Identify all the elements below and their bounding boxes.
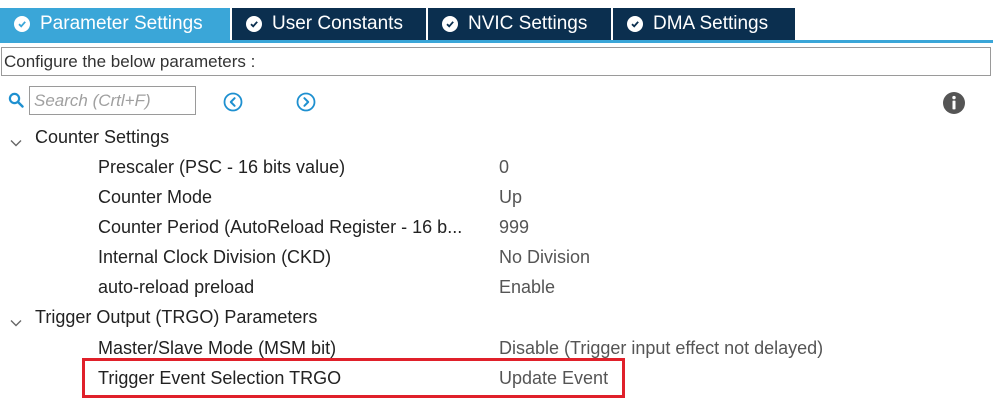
search-icon[interactable] xyxy=(8,92,24,113)
param-label: Master/Slave Mode (MSM bit) xyxy=(98,338,337,358)
tab-label: DMA Settings xyxy=(653,13,769,34)
param-row-trigger-event[interactable]: Trigger Event Selection TRGO Update Even… xyxy=(0,363,993,393)
info-icon[interactable] xyxy=(942,91,966,115)
tab-dma-settings[interactable]: DMA Settings xyxy=(613,8,795,40)
param-label: Trigger Event Selection TRGO xyxy=(98,368,342,388)
param-value[interactable]: No Division xyxy=(499,242,590,272)
param-row-auto-reload[interactable]: auto-reload preload Enable xyxy=(0,272,993,302)
tab-label: User Constants xyxy=(272,13,403,34)
check-circle-icon xyxy=(627,16,643,32)
param-row-counter-period[interactable]: Counter Period (AutoReload Register - 16… xyxy=(0,212,993,242)
param-value[interactable]: 0 xyxy=(499,152,509,182)
group-label: Trigger Output (TRGO) Parameters xyxy=(35,307,318,327)
group-label: Counter Settings xyxy=(35,127,170,147)
param-row-clock-division[interactable]: Internal Clock Division (CKD) No Divisio… xyxy=(0,242,993,272)
param-label: Prescaler (PSC - 16 bits value) xyxy=(98,157,346,177)
param-value[interactable]: Up xyxy=(499,182,522,212)
param-row-prescaler[interactable]: Prescaler (PSC - 16 bits value) 0 xyxy=(0,152,993,182)
tab-bar: Parameter Settings User Constants NVIC S… xyxy=(0,0,993,43)
group-counter-settings[interactable]: Counter Settings xyxy=(0,122,993,152)
param-row-master-slave[interactable]: Master/Slave Mode (MSM bit) Disable (Tri… xyxy=(0,333,993,363)
param-label: Counter Mode xyxy=(98,187,213,207)
circle-chevron-left-icon[interactable] xyxy=(223,92,243,112)
circle-chevron-right-icon[interactable] xyxy=(296,92,316,112)
search-input[interactable] xyxy=(29,86,196,115)
tab-parameter-settings[interactable]: Parameter Settings xyxy=(0,8,230,40)
check-circle-icon xyxy=(442,16,458,32)
tab-nvic-settings[interactable]: NVIC Settings xyxy=(428,8,611,40)
tab-underline xyxy=(0,40,993,43)
param-label: Counter Period (AutoReload Register - 16… xyxy=(98,217,463,237)
param-value[interactable]: Enable xyxy=(499,272,555,302)
check-circle-icon xyxy=(14,16,30,32)
configure-label: Configure the below parameters : xyxy=(1,47,991,76)
param-label: Internal Clock Division (CKD) xyxy=(98,247,332,267)
check-circle-icon xyxy=(246,16,262,32)
tab-user-constants[interactable]: User Constants xyxy=(232,8,426,40)
param-row-counter-mode[interactable]: Counter Mode Up xyxy=(0,182,993,212)
tab-label: Parameter Settings xyxy=(40,13,203,34)
param-value[interactable]: Disable (Trigger input effect not delaye… xyxy=(499,333,823,363)
group-trigger-output[interactable]: Trigger Output (TRGO) Parameters xyxy=(0,302,993,332)
tab-label: NVIC Settings xyxy=(468,13,588,34)
param-value[interactable]: Update Event xyxy=(499,363,608,393)
param-value[interactable]: 999 xyxy=(499,212,529,242)
param-label: auto-reload preload xyxy=(98,277,255,297)
